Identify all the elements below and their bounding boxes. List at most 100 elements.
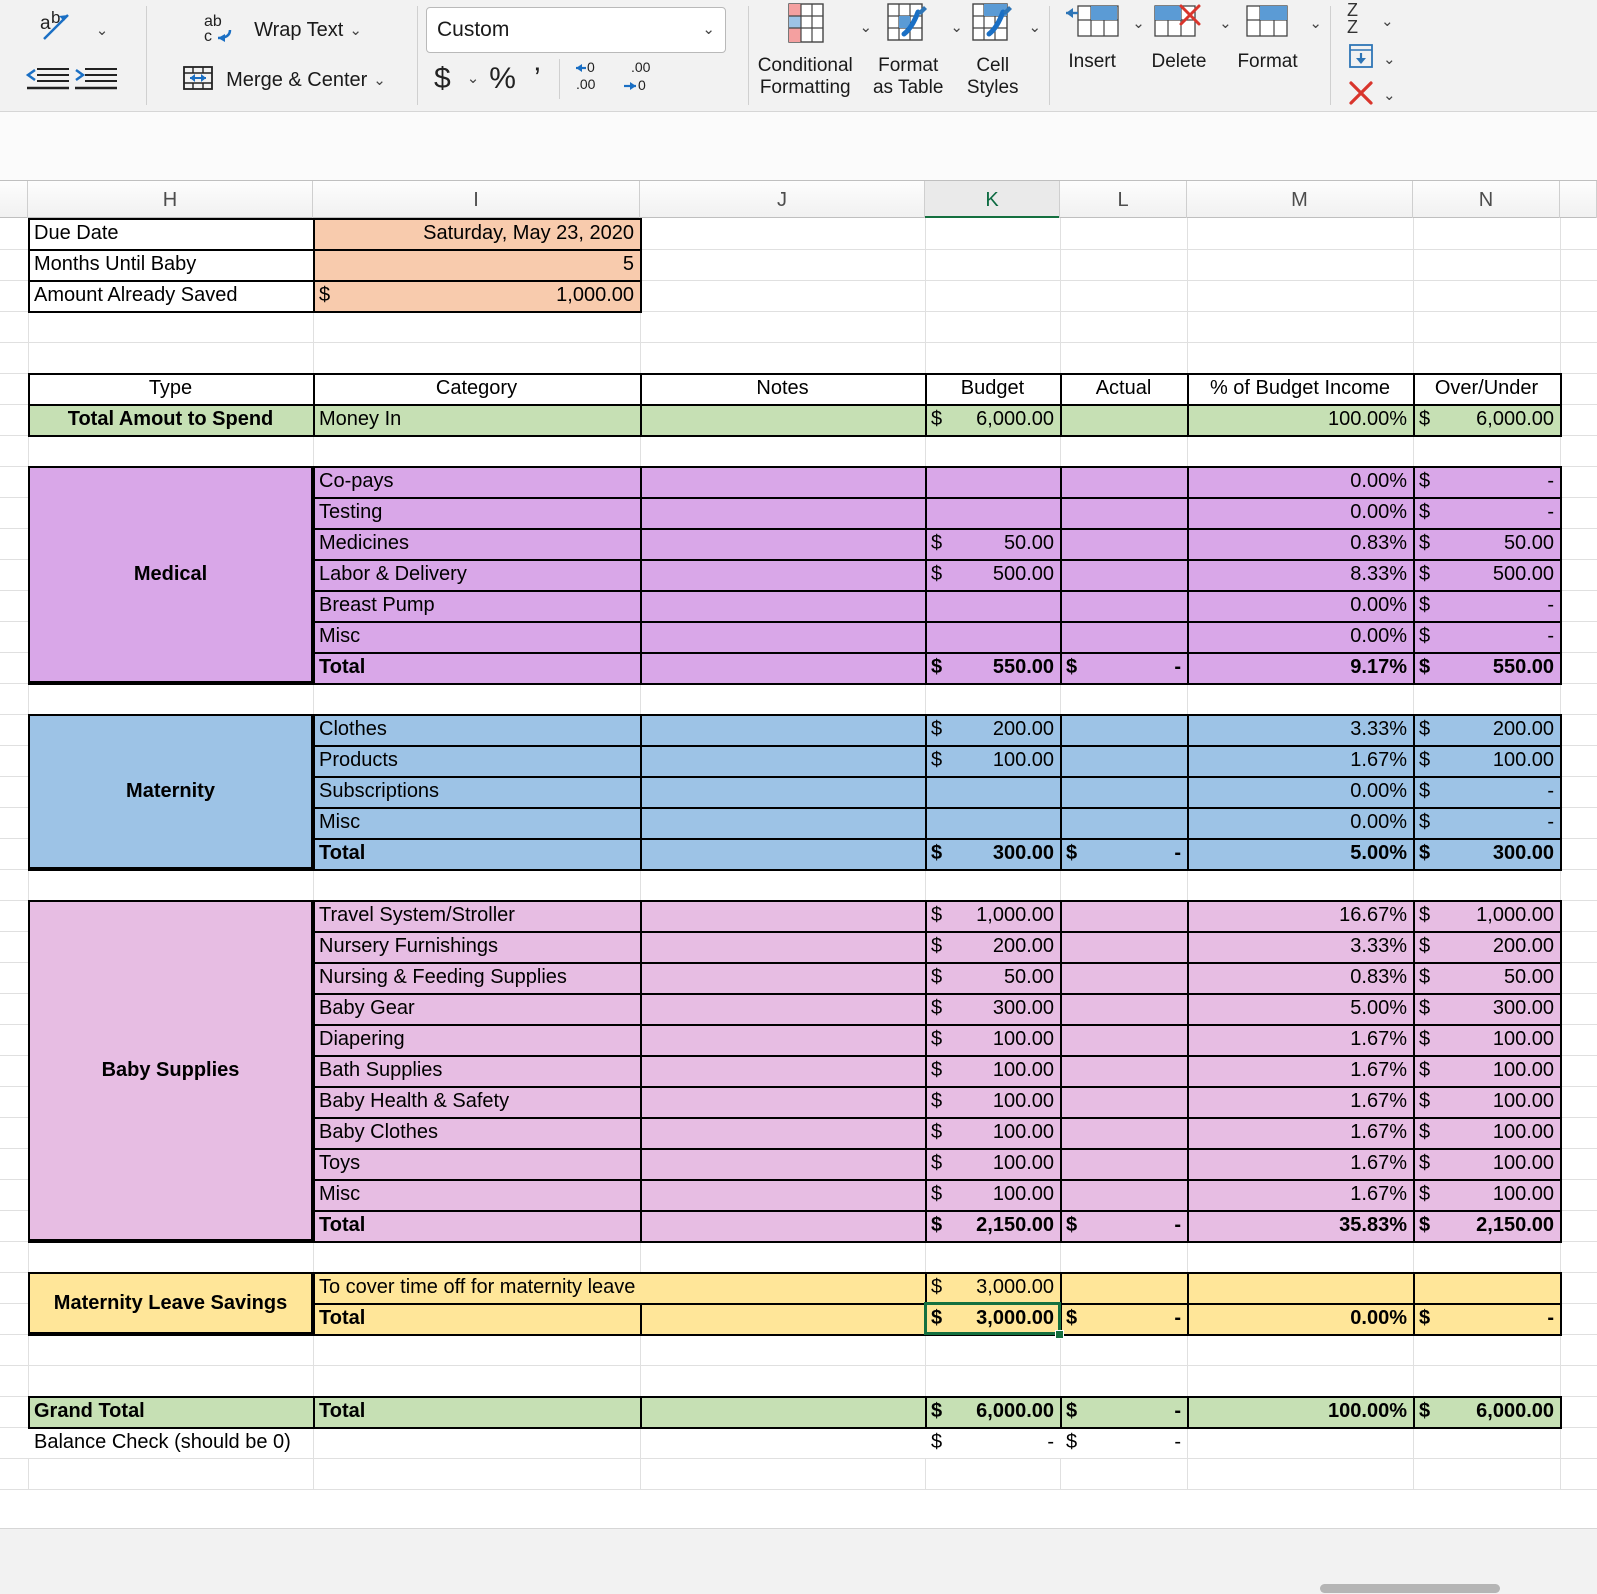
row-actual[interactable] [1060, 1117, 1187, 1148]
row-category[interactable]: Total [313, 1210, 640, 1241]
column-header-n[interactable]: N [1413, 181, 1560, 219]
comma-format-button[interactable]: ’ [526, 63, 549, 94]
row-pct[interactable]: 1.67% [1187, 1148, 1413, 1179]
row-pct[interactable]: 0.00% [1187, 621, 1413, 652]
info-label-2[interactable]: Amount Already Saved [28, 280, 313, 311]
column-header-h[interactable]: H [28, 181, 313, 219]
row-notes[interactable] [640, 1086, 925, 1117]
row-pct[interactable]: 0.00% [1187, 466, 1413, 497]
row-pct[interactable]: 1.67% [1187, 1179, 1413, 1210]
row-category[interactable]: Breast Pump [313, 590, 640, 621]
row-actual[interactable] [1060, 1179, 1187, 1210]
row-pct[interactable]: 0.83% [1187, 962, 1413, 993]
row-budget[interactable] [925, 807, 1060, 838]
insert-chevron-down-icon[interactable]: ⌄ [1132, 16, 1145, 31]
row-pct[interactable]: 9.17% [1187, 652, 1413, 683]
row-notes[interactable] [640, 807, 925, 838]
row-notes[interactable] [640, 590, 925, 621]
column-header-i[interactable]: I [313, 181, 640, 219]
row-actual[interactable]: $ - [1060, 1303, 1187, 1334]
row-category[interactable]: Toys [313, 1148, 640, 1179]
info-value-2[interactable]: $1,000.00 [313, 280, 640, 311]
info-label-1[interactable]: Months Until Baby [28, 249, 313, 280]
info-value-0[interactable]: Saturday, May 23, 2020 [313, 218, 640, 249]
row-budget[interactable]: $200.00 [925, 714, 1060, 745]
row-actual[interactable] [1060, 559, 1187, 590]
increase-decimal-icon[interactable]: .00 0 [618, 56, 664, 101]
currency-format-button[interactable]: $ [426, 63, 459, 94]
row-budget[interactable] [925, 497, 1060, 528]
row-budget[interactable]: $300.00 [925, 838, 1060, 869]
row-over-under[interactable]: $100.00 [1413, 1086, 1560, 1117]
row-category[interactable]: Products [313, 745, 640, 776]
row-actual[interactable] [1060, 1272, 1187, 1303]
row-over-under[interactable]: $100.00 [1413, 745, 1560, 776]
row-budget[interactable]: $100.00 [925, 1055, 1060, 1086]
balance-check-actual[interactable]: $ - [1060, 1427, 1187, 1458]
percent-format-button[interactable]: % [481, 63, 524, 94]
row-over-under[interactable]: $ - [1413, 1303, 1560, 1334]
row-over-under[interactable]: $ - [1413, 807, 1560, 838]
row-budget[interactable] [925, 776, 1060, 807]
orientation-chevron-down-icon[interactable]: ⌄ [96, 23, 109, 38]
row-pct[interactable]: 0.00% [1187, 807, 1413, 838]
row-pct[interactable]: 1.67% [1187, 1055, 1413, 1086]
row-notes[interactable] [640, 931, 925, 962]
grand-total-pct[interactable]: 100.00% [1187, 1396, 1413, 1427]
row-actual[interactable] [1060, 1086, 1187, 1117]
row-category[interactable]: Labor & Delivery [313, 559, 640, 590]
row-notes[interactable] [640, 714, 925, 745]
row-over-under[interactable]: $1,000.00 [1413, 900, 1560, 931]
row-pct[interactable]: 35.83% [1187, 1210, 1413, 1241]
column-header-partial[interactable] [0, 181, 28, 219]
row-notes[interactable] [640, 1148, 925, 1179]
row-budget[interactable] [925, 466, 1060, 497]
row-pct[interactable]: 0.00% [1187, 1303, 1413, 1334]
income-budget[interactable]: $6,000.00 [925, 404, 1060, 435]
row-budget[interactable]: $3,000.00 [925, 1303, 1060, 1334]
row-notes[interactable] [640, 652, 925, 683]
row-pct[interactable] [1187, 1272, 1413, 1303]
row-over-under[interactable]: $100.00 [1413, 1148, 1560, 1179]
row-actual[interactable] [1060, 528, 1187, 559]
row-budget[interactable]: $100.00 [925, 1148, 1060, 1179]
row-over-under[interactable] [1413, 1272, 1560, 1303]
income-category[interactable]: Money In [313, 404, 640, 435]
fill-row[interactable]: ⌄ [1339, 41, 1402, 78]
row-over-under[interactable]: $50.00 [1413, 962, 1560, 993]
row-pct[interactable]: 0.83% [1187, 528, 1413, 559]
row-pct[interactable]: 8.33% [1187, 559, 1413, 590]
row-budget[interactable]: $500.00 [925, 559, 1060, 590]
row-over-under[interactable]: $100.00 [1413, 1117, 1560, 1148]
row-pct[interactable]: 0.00% [1187, 497, 1413, 528]
header-notes[interactable]: Notes [640, 373, 925, 404]
row-actual[interactable] [1060, 745, 1187, 776]
row-category[interactable]: Diapering [313, 1024, 640, 1055]
row-over-under[interactable]: $300.00 [1413, 993, 1560, 1024]
horizontal-scrollbar[interactable] [1320, 1584, 1500, 1593]
row-category[interactable]: Subscriptions [313, 776, 640, 807]
row-budget[interactable] [925, 590, 1060, 621]
row-notes[interactable] [640, 1024, 925, 1055]
column-header-partial-right[interactable] [1560, 181, 1597, 219]
section-label-maternity-leave-savings[interactable]: Maternity Leave Savings [28, 1272, 313, 1334]
row-actual[interactable] [1060, 993, 1187, 1024]
row-category[interactable]: Total [313, 838, 640, 869]
row-pct[interactable]: 0.00% [1187, 590, 1413, 621]
column-header-m[interactable]: M [1187, 181, 1413, 219]
row-over-under[interactable]: $200.00 [1413, 714, 1560, 745]
row-actual[interactable]: $ - [1060, 838, 1187, 869]
row-actual[interactable] [1060, 466, 1187, 497]
wrap-text-chevron-down-icon[interactable]: ⌄ [349, 23, 362, 38]
cell-styles-button[interactable]: Cell Styles [963, 2, 1022, 99]
row-actual[interactable] [1060, 714, 1187, 745]
row-category[interactable]: Baby Gear [313, 993, 640, 1024]
row-actual[interactable] [1060, 590, 1187, 621]
grand-total-over-under[interactable]: $6,000.00 [1413, 1396, 1560, 1427]
conditional-formatting-button[interactable]: Conditional Formatting [757, 2, 853, 99]
row-budget[interactable]: $550.00 [925, 652, 1060, 683]
row-over-under[interactable]: $ - [1413, 466, 1560, 497]
row-pct[interactable]: 0.00% [1187, 776, 1413, 807]
row-category[interactable]: Medicines [313, 528, 640, 559]
row-notes[interactable] [640, 993, 925, 1024]
